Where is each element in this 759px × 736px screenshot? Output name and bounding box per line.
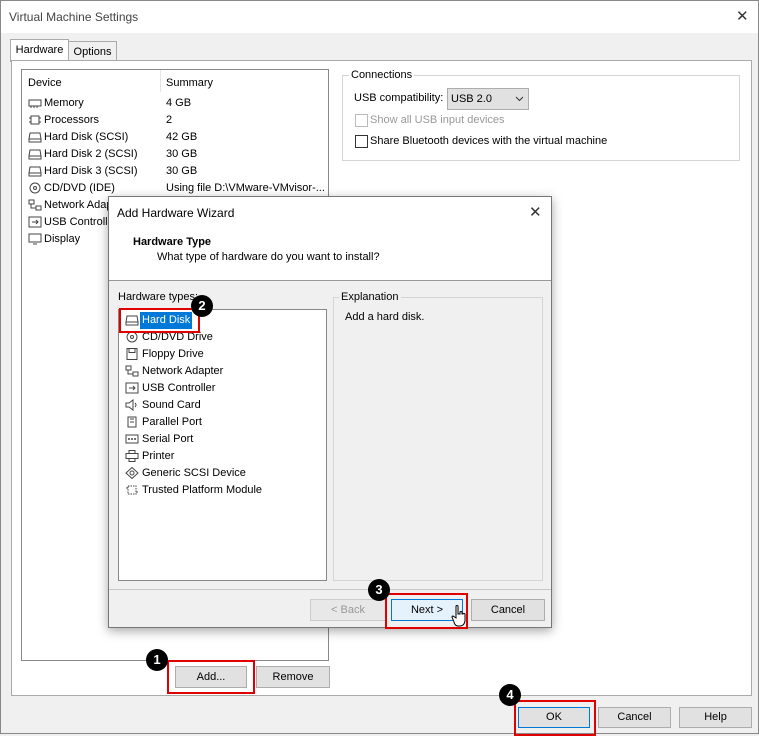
list-item[interactable]: Serial Port [119, 431, 326, 448]
usb-compat-value: USB 2.0 [451, 93, 492, 105]
memory-icon [28, 95, 44, 112]
step-marker-1: 1 [146, 649, 168, 671]
item-label: Sound Card [142, 399, 201, 411]
wizard-header: Hardware Type What type of hardware do y… [109, 228, 551, 281]
list-item[interactable]: Generic SCSI Device [119, 465, 326, 482]
hard-disk-icon [28, 146, 44, 163]
back-button[interactable]: < Back [310, 599, 386, 621]
item-label: Trusted Platform Module [142, 484, 263, 496]
wizard-heading: Hardware Type [133, 236, 212, 248]
remove-button[interactable]: Remove [256, 666, 330, 688]
chevron-down-icon [515, 89, 524, 116]
device-name: Hard Disk (SCSI) [44, 131, 129, 143]
item-label: Parallel Port [142, 416, 202, 428]
usb-compat-select[interactable]: USB 2.0 [447, 88, 529, 110]
cursor-icon [451, 605, 467, 630]
serial-port-icon [125, 431, 141, 448]
show-all-usb-label: Show all USB input devices [370, 114, 505, 126]
column-divider [160, 70, 161, 92]
usb-icon [28, 214, 44, 231]
device-summary: 2 [166, 114, 173, 126]
device-row[interactable]: CD/DVD (IDE) Using file D:\VMware-VMviso… [22, 180, 328, 197]
list-item[interactable]: Parallel Port [119, 414, 326, 431]
item-label: Floppy Drive [142, 348, 204, 360]
device-name: USB Controller [44, 216, 118, 228]
usb-icon [125, 380, 141, 397]
device-summary: 4 GB [166, 97, 192, 109]
show-all-usb-checkbox[interactable] [355, 114, 368, 127]
list-item[interactable]: Network Adapter [119, 363, 326, 380]
item-label: USB Controller [142, 382, 216, 394]
item-label: Generic SCSI Device [142, 467, 246, 479]
network-icon [125, 363, 141, 380]
display-icon [28, 231, 44, 248]
wizard-subheading: What type of hardware do you want to ins… [157, 251, 380, 263]
window-title: Virtual Machine Settings [9, 10, 139, 24]
help-button[interactable]: Help [679, 707, 752, 728]
share-bluetooth-checkbox[interactable] [355, 135, 368, 148]
hardware-types-label: Hardware types: [118, 291, 199, 303]
share-bluetooth-label: Share Bluetooth devices with the virtual… [370, 135, 608, 147]
printer-icon [125, 448, 141, 465]
device-row[interactable]: Hard Disk 2 (SCSI) 30 GB [22, 146, 328, 163]
wizard-divider [109, 589, 551, 590]
device-name: Display [44, 233, 81, 245]
floppy-icon [125, 346, 141, 363]
tpm-icon [125, 482, 141, 499]
wizard-title-bar: Add Hardware Wizard ✕ [109, 197, 551, 228]
list-item[interactable]: Printer [119, 448, 326, 465]
connections-legend: Connections [349, 69, 415, 81]
tab-options[interactable]: Options [68, 41, 117, 62]
wizard-cancel-button[interactable]: Cancel [471, 599, 545, 621]
list-item[interactable]: Trusted Platform Module [119, 482, 326, 499]
wizard-title: Add Hardware Wizard [117, 206, 235, 220]
highlight-hard-disk [119, 308, 200, 333]
title-bar: Virtual Machine Settings ✕ [1, 1, 758, 33]
step-marker-4: 4 [499, 684, 521, 706]
item-label: Printer [142, 450, 175, 462]
device-summary: 42 GB [166, 131, 198, 143]
wizard-close-icon[interactable]: ✕ [529, 205, 542, 220]
parallel-port-icon [125, 414, 141, 431]
scsi-icon [125, 465, 141, 482]
device-summary: Using file D:\VMware-VMvisor-... [166, 182, 325, 194]
list-item[interactable]: Floppy Drive [119, 346, 326, 363]
tab-hardware[interactable]: Hardware [10, 39, 69, 62]
device-name: Memory [44, 97, 84, 109]
column-header-device[interactable]: Device [28, 77, 62, 89]
hard-disk-icon [28, 163, 44, 180]
device-name: Hard Disk 3 (SCSI) [44, 165, 138, 177]
device-name: Processors [44, 114, 100, 126]
device-row[interactable]: Hard Disk (SCSI) 42 GB [22, 129, 328, 146]
cancel-button[interactable]: Cancel [598, 707, 671, 728]
explanation-legend: Explanation [339, 291, 401, 303]
item-label: Serial Port [142, 433, 194, 445]
explanation-text: Add a hard disk. [345, 311, 425, 323]
cd-dvd-icon [28, 180, 44, 197]
device-row[interactable]: Memory 4 GB [22, 95, 328, 112]
network-icon [28, 197, 44, 214]
hard-disk-icon [28, 129, 44, 146]
device-summary: 30 GB [166, 148, 198, 160]
step-marker-3: 3 [368, 579, 390, 601]
processor-icon [28, 112, 44, 129]
add-button[interactable]: Add... [175, 666, 247, 688]
device-summary: 30 GB [166, 165, 198, 177]
add-hardware-wizard: Add Hardware Wizard ✕ Hardware Type What… [108, 196, 552, 630]
list-item[interactable]: Sound Card [119, 397, 326, 414]
device-row[interactable]: Processors 2 [22, 112, 328, 129]
hardware-types-list[interactable]: Hard Disk CD/DVD Drive Floppy Drive Netw… [118, 309, 327, 581]
list-item[interactable]: USB Controller [119, 380, 326, 397]
item-label: Network Adapter [142, 365, 224, 377]
column-header-summary[interactable]: Summary [166, 77, 213, 89]
usb-compat-label: USB compatibility: [354, 92, 444, 104]
device-name: Hard Disk 2 (SCSI) [44, 148, 138, 160]
device-name: CD/DVD (IDE) [44, 182, 115, 194]
explanation-group [333, 297, 543, 581]
speaker-icon [125, 397, 141, 414]
close-icon[interactable]: ✕ [736, 9, 749, 24]
step-marker-2: 2 [191, 295, 213, 317]
device-row[interactable]: Hard Disk 3 (SCSI) 30 GB [22, 163, 328, 180]
ok-button[interactable]: OK [518, 707, 590, 728]
